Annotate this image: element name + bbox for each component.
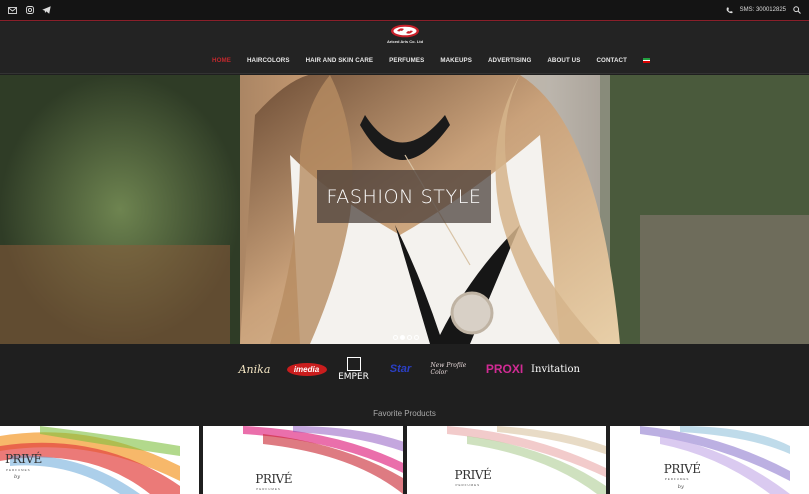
- slider-dot-1[interactable]: [393, 335, 398, 340]
- favorite-products-title: Favorite Products: [373, 409, 436, 418]
- product-sub-1: PERFUMES: [6, 468, 31, 472]
- product-name-3: PRIVÉ: [454, 468, 492, 482]
- brand-imedia-logo[interactable]: imedia: [286, 362, 327, 376]
- brand-star-label: Star: [389, 363, 412, 375]
- slider-dot-4[interactable]: [414, 335, 419, 340]
- brand-invitation-logo[interactable]: Invitation: [531, 354, 580, 384]
- product-card-1[interactable]: PRIVÉ PERFUMES by: [0, 426, 200, 494]
- sms-label: SMS: 300012825: [739, 7, 786, 13]
- nav-item-hair-and-skin-care[interactable]: HAIR AND SKIN CARE: [306, 57, 374, 64]
- hero-caption: FASHION STYLE: [317, 170, 491, 223]
- product-image-4: [639, 426, 790, 494]
- slider-dots: [393, 335, 419, 340]
- nav-item-about-us[interactable]: ABOUT US: [547, 57, 580, 64]
- product-sub-2: PERFUMES: [256, 487, 281, 491]
- emper-mark-icon: [346, 356, 361, 371]
- product-grid: PRIVÉ PERFUMES by PRIVÉ PERFUMES PRIVÉ P…: [0, 426, 809, 494]
- nav-item-advertising[interactable]: ADVERTISING: [488, 57, 531, 64]
- brand-emper-logo[interactable]: EMPER: [337, 354, 371, 384]
- hero-caption-text: FASHION STYLE: [326, 185, 482, 208]
- brand-star-logo[interactable]: Star: [381, 354, 421, 384]
- top-bar: SMS: 300012825: [0, 0, 809, 21]
- product-image-2: [243, 426, 403, 494]
- brand-strip: Anika imedia EMPER Star New Profile Colo…: [0, 344, 809, 394]
- nav-item-perfumes[interactable]: PERFUMES: [389, 57, 424, 64]
- nav-item-contact[interactable]: CONTACT: [596, 57, 627, 64]
- product-sub-3: PERFUMES: [455, 483, 481, 487]
- instagram-icon[interactable]: [25, 6, 34, 15]
- nav-item-home[interactable]: HOME: [212, 57, 231, 64]
- hero-slider[interactable]: FASHION STYLE: [0, 75, 809, 344]
- product-by-4: by: [677, 484, 684, 490]
- product-image-3: [446, 426, 606, 494]
- nav-item-makeups[interactable]: MAKEUPS: [440, 57, 472, 64]
- mail-icon[interactable]: [8, 6, 17, 15]
- product-card-4[interactable]: PRIVÉ PERFUMES by: [609, 426, 809, 494]
- slider-dot-3[interactable]: [407, 335, 412, 340]
- product-by-1: by: [14, 474, 21, 480]
- product-name-4: PRIVÉ: [663, 462, 701, 476]
- site-logo[interactable]: Ariced Aris Co. Ltd: [386, 24, 424, 46]
- main-nav: HOME HAIRCOLORS HAIR AND SKIN CARE PERFU…: [212, 57, 650, 64]
- logo-text: Ariced Aris Co. Ltd: [386, 39, 424, 44]
- telegram-icon[interactable]: [42, 6, 51, 15]
- brand-anika-logo[interactable]: Anika: [233, 354, 277, 384]
- product-card-3[interactable]: PRIVÉ PERFUMES: [406, 426, 606, 494]
- brand-emper-label: EMPER: [338, 371, 369, 382]
- brand-newprofile-logo[interactable]: New Profile Color: [431, 354, 475, 384]
- product-name-1: PRIVÉ: [5, 452, 42, 466]
- slider-dot-2[interactable]: [400, 335, 405, 340]
- search-icon[interactable]: [792, 6, 801, 15]
- site-header: Ariced Aris Co. Ltd HOME HAIRCOLORS HAIR…: [0, 22, 809, 74]
- nav-item-haircolors[interactable]: HAIRCOLORS: [247, 57, 290, 64]
- logo-mark-icon: [391, 24, 419, 38]
- product-sub-4: PERFUMES: [664, 477, 690, 481]
- phone-icon: [725, 6, 734, 15]
- product-card-2[interactable]: PRIVÉ PERFUMES: [203, 426, 403, 494]
- brand-proxi-logo[interactable]: PROXI: [485, 354, 525, 384]
- iran-flag-icon[interactable]: [642, 58, 650, 64]
- product-name-2: PRIVÉ: [255, 472, 293, 486]
